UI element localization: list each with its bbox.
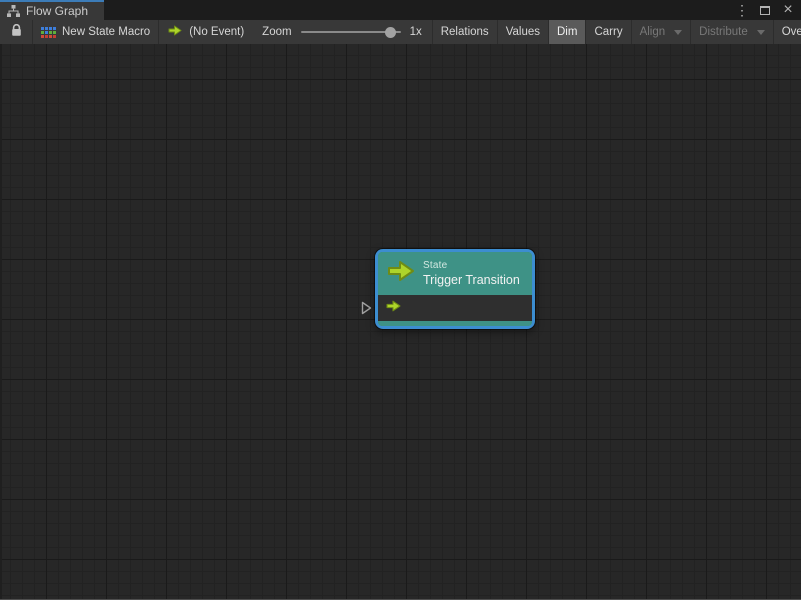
node-title: Trigger Transition	[423, 273, 520, 287]
align-label: Align	[639, 26, 666, 38]
carry-button[interactable]: Carry	[585, 20, 630, 44]
chevron-down-icon	[756, 29, 765, 35]
state-node-header[interactable]: State Trigger Transition	[378, 252, 532, 295]
state-node-body[interactable]	[378, 295, 532, 321]
overview-label: Overview	[781, 26, 801, 38]
zoom-slider[interactable]	[300, 26, 401, 38]
event-button[interactable]: (No Event)	[159, 20, 252, 44]
maximize-icon[interactable]	[757, 2, 773, 18]
toolbar: New State Macro (No Event) Zoom 1x Relat…	[0, 20, 801, 44]
distribute-label: Distribute	[699, 26, 748, 38]
values-label: Values	[505, 26, 540, 38]
entry-transition-port[interactable]	[360, 300, 373, 321]
close-icon[interactable]: ×	[780, 2, 796, 18]
zoom-slider-thumb[interactable]	[384, 26, 396, 38]
graph-canvas[interactable]: State Trigger Transition	[0, 44, 801, 599]
align-button[interactable]: Align	[630, 20, 691, 44]
flow-graph-icon	[7, 5, 20, 17]
lock-button[interactable]	[0, 20, 32, 44]
window-menu-icon[interactable]: ⋮	[734, 2, 750, 18]
titlebar-spacer	[104, 0, 734, 20]
overview-button[interactable]: Overview	[772, 20, 801, 44]
new-state-macro-label: New State Macro	[62, 26, 151, 38]
event-label: (No Event)	[189, 26, 245, 38]
event-arrow-icon	[167, 24, 183, 40]
state-node-trigger-transition[interactable]: State Trigger Transition	[375, 249, 535, 329]
tab-flow-graph[interactable]: Flow Graph	[0, 0, 105, 20]
tab-label: Flow Graph	[26, 4, 89, 18]
state-arrow-icon	[386, 258, 416, 289]
zoom-label: Zoom	[262, 26, 292, 38]
outgoing-transition-arrow-icon[interactable]	[385, 299, 402, 318]
carry-label: Carry	[594, 26, 623, 38]
values-button[interactable]: Values	[496, 20, 548, 44]
dim-button[interactable]: Dim	[548, 20, 586, 44]
new-state-macro-button[interactable]: New State Macro	[33, 20, 158, 44]
flow-graph-window: Flow Graph ⋮ × New State Macro (No Event…	[0, 0, 801, 600]
node-kind-label: State	[423, 260, 448, 271]
maximize-shape	[760, 5, 770, 15]
distribute-button[interactable]: Distribute	[690, 20, 773, 44]
state-node-footer	[378, 321, 532, 326]
titlebar: Flow Graph ⋮ ×	[0, 0, 801, 20]
zoom-control: Zoom 1x	[252, 26, 432, 38]
dim-label: Dim	[557, 26, 578, 38]
toolbar-right-buttons: Relations Values Dim Carry Align Distrib…	[431, 20, 801, 44]
chevron-down-icon	[674, 29, 683, 35]
state-node-titles: State Trigger Transition	[423, 260, 520, 287]
relations-label: Relations	[440, 26, 489, 38]
relations-button[interactable]: Relations	[431, 20, 497, 44]
window-controls: ⋮ ×	[734, 0, 801, 20]
macro-grid-icon	[41, 26, 56, 38]
lock-icon	[11, 23, 22, 40]
zoom-value: 1x	[409, 26, 422, 38]
